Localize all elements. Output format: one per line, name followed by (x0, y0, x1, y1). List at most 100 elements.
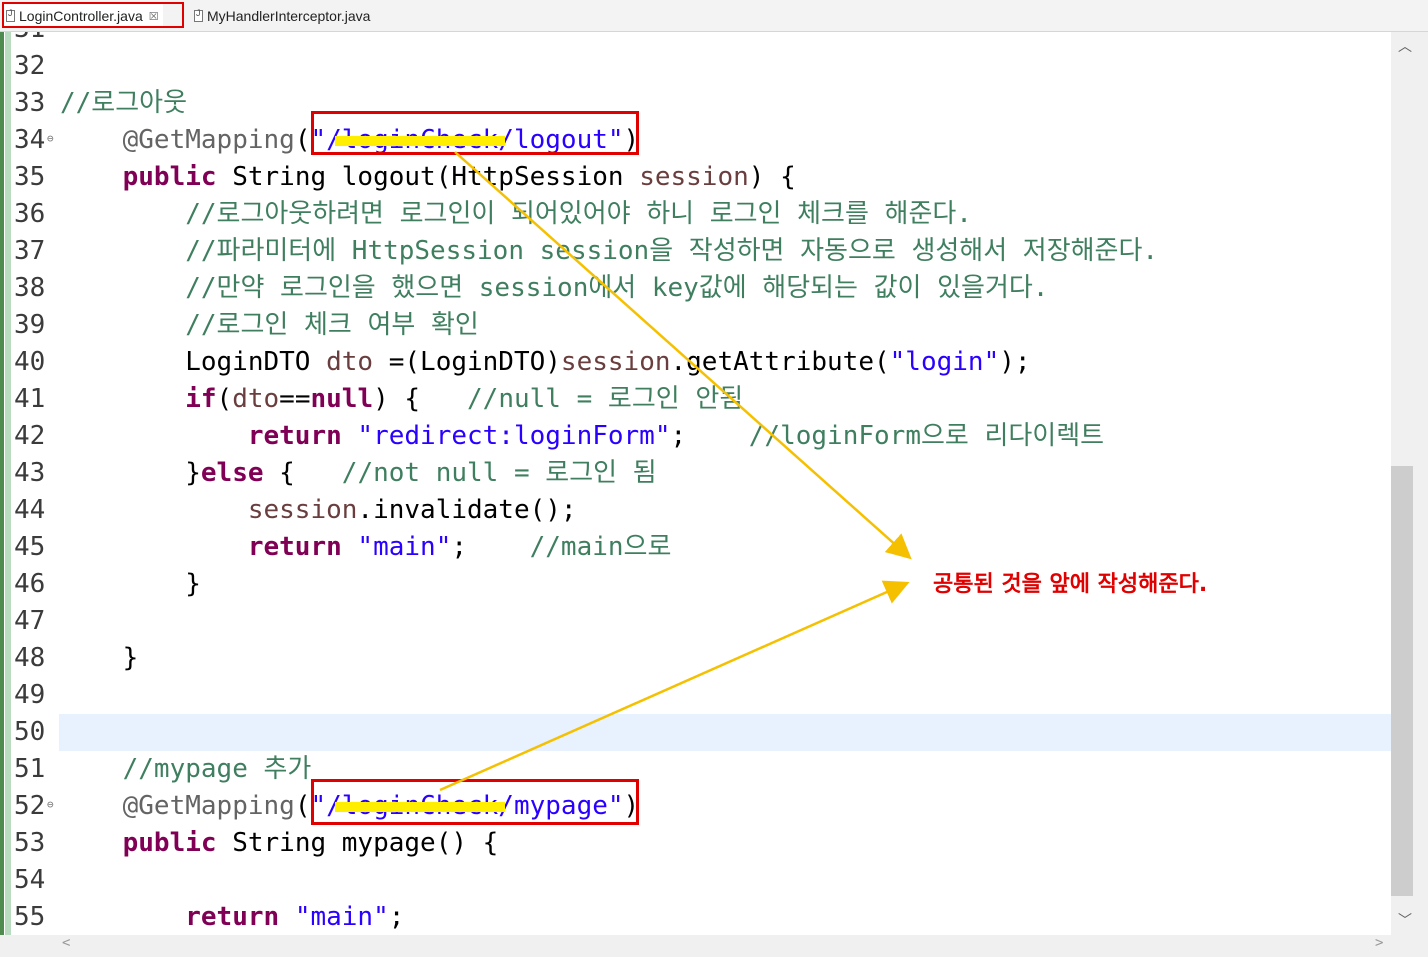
code-token: LoginDTO (60, 347, 327, 377)
code-line[interactable]: 33 //로그아웃 (0, 85, 1391, 122)
tab-label: MyHandlerInterceptor.java (207, 8, 371, 24)
current-line-highlight (59, 714, 1391, 751)
line-number: 35 (14, 162, 46, 192)
code-token: //파라미터에 HttpSession session을 작성하면 자동으로 생… (185, 236, 1159, 266)
code-token: "login" (889, 347, 1000, 377)
fold-icon[interactable]: ⊖ (47, 132, 54, 145)
code-token: } (60, 569, 201, 599)
code-line[interactable]: 41 if(dto==null) { //null = 로그인 안됨 (0, 381, 1391, 418)
code-token: if (185, 384, 217, 414)
tab-highlight-box (2, 2, 184, 28)
tab-myhandlerinterceptor[interactable]: MyHandlerInterceptor.java (190, 4, 374, 28)
code-line[interactable]: 51 //mypage 추가 (0, 751, 1391, 788)
code-token: //mypage 추가 (122, 754, 312, 784)
line-number: 51 (14, 754, 46, 784)
code-text: return "main"; //main으로 (60, 529, 672, 566)
code-line[interactable]: 52⊖ @GetMapping("/loginCheck/mypage") (0, 788, 1391, 825)
code-line[interactable]: 47 (0, 603, 1391, 640)
scroll-thumb[interactable] (1391, 466, 1413, 896)
scroll-left-icon[interactable]: < (62, 935, 70, 951)
code-line[interactable]: 50 (0, 714, 1391, 751)
code-text: if(dto==null) { //null = 로그인 안됨 (60, 381, 743, 418)
line-number: 45 (14, 532, 46, 562)
code-token: } (60, 643, 139, 673)
code-line[interactable]: 42 return "redirect:loginForm"; //loginF… (0, 418, 1391, 455)
code-token: "main" (357, 532, 452, 562)
code-token: String logout(HttpSession (216, 162, 640, 192)
line-number: 42 (14, 421, 46, 451)
code-line[interactable]: 36 //로그아웃하려면 로그인이 되어있어야 하니 로그인 체크를 해준다. (0, 196, 1391, 233)
line-number: 38 (14, 273, 46, 303)
code-line[interactable]: 38 //만약 로그인을 했으면 session에서 key값에 해당되는 값이… (0, 270, 1391, 307)
code-token: //main으로 (529, 532, 672, 562)
code-token: ); (999, 347, 1031, 377)
line-number: 50 (14, 717, 46, 747)
code-token: public (122, 828, 217, 858)
line-number: 41 (14, 384, 46, 414)
code-line[interactable]: 35 public String logout(HttpSession sess… (0, 159, 1391, 196)
line-number: 43 (14, 458, 46, 488)
scroll-down-icon[interactable]: ﹀ (1398, 910, 1412, 930)
code-token: ) { (373, 384, 468, 414)
code-token: ; (388, 902, 405, 932)
code-line[interactable]: 54 (0, 862, 1391, 899)
code-token: return (247, 421, 342, 451)
horizontal-scrollbar[interactable]: < > (0, 935, 1428, 957)
line-number: 47 (14, 606, 46, 636)
code-token: //만약 로그인을 했으면 session에서 key값에 해당되는 값이 있을… (185, 273, 1049, 303)
line-number: 40 (14, 347, 46, 377)
line-number: 46 (14, 569, 46, 599)
fold-icon[interactable]: ⊖ (47, 798, 54, 811)
code-line[interactable]: 31 (0, 32, 1391, 48)
code-line[interactable]: 53 public String mypage() { (0, 825, 1391, 862)
code-token: //로그아웃하려면 로그인이 되어있어야 하니 로그인 체크를 해준다. (185, 199, 972, 229)
code-line[interactable]: 37 //파라미터에 HttpSession session을 작성하면 자동으… (0, 233, 1391, 270)
code-editor[interactable]: 31 32 33 //로그아웃 34⊖ @GetMapping("/loginCheck… (0, 32, 1391, 935)
code-text: session.invalidate(); (60, 492, 577, 529)
annotation-note: 공통된 것을 앞에 작성해준다. (933, 572, 1208, 597)
mypage-path-box (311, 779, 639, 825)
code-token: dto (326, 347, 374, 377)
code-line[interactable]: 40 LoginDTO dto =(LoginDTO)session.getAt… (0, 344, 1391, 381)
code-text: //mypage 추가 (60, 751, 312, 788)
code-token: return (247, 532, 342, 562)
code-text: //만약 로그인을 했으면 session에서 key값에 해당되는 값이 있을… (60, 270, 1048, 307)
code-token: null (310, 384, 374, 414)
line-number: 39 (14, 310, 46, 340)
line-number: 49 (14, 680, 46, 710)
line-number: 37 (14, 236, 46, 266)
code-text: }else { //not null = 로그인 됨 (60, 455, 656, 492)
code-line[interactable]: 39 //로그인 체크 여부 확인 (0, 307, 1391, 344)
code-token: //null = 로그인 안됨 (467, 384, 744, 414)
logout-path-box (311, 111, 639, 155)
code-text: public String logout(HttpSession session… (60, 159, 796, 196)
code-line[interactable]: 45 return "main"; //main으로 (0, 529, 1391, 566)
code-token: dto (232, 384, 280, 414)
code-line[interactable]: 48 } (0, 640, 1391, 677)
code-token: session (247, 495, 358, 525)
code-line[interactable]: 34⊖ @GetMapping("/loginCheck/logout") (0, 122, 1391, 159)
code-text: return "redirect:loginForm"; //loginForm… (60, 418, 1104, 455)
code-line[interactable]: 55 return "main"; (0, 899, 1391, 935)
scroll-up-icon[interactable]: ︿ (1398, 36, 1412, 56)
vertical-scrollbar[interactable]: ︿ ﹀ (1391, 32, 1428, 935)
code-text: return "main"; (60, 899, 404, 935)
code-line[interactable]: 43 }else { //not null = 로그인 됨 (0, 455, 1391, 492)
code-line[interactable]: 49 (0, 677, 1391, 714)
code-line[interactable]: 32 (0, 48, 1391, 85)
scroll-right-icon[interactable]: > (1375, 935, 1383, 951)
code-line[interactable]: 44 session.invalidate(); (0, 492, 1391, 529)
code-token: @GetMapping (122, 791, 295, 821)
line-number: 54 (14, 865, 46, 895)
code-text: //로그인 체크 여부 확인 (60, 307, 479, 344)
code-token: "main" (294, 902, 389, 932)
code-token: @GetMapping (122, 125, 295, 155)
code-text: LoginDTO dto =(LoginDTO)session.getAttri… (60, 344, 1031, 381)
line-number: 48 (14, 643, 46, 673)
code-text: } (60, 566, 201, 603)
